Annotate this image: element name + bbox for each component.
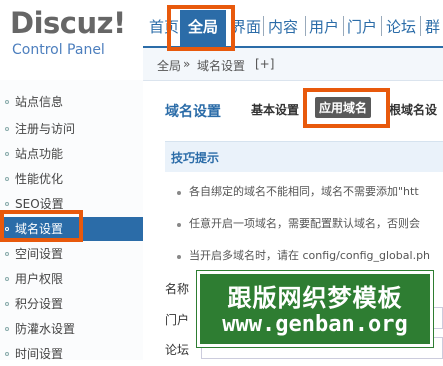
- bullet-icon: [5, 127, 9, 131]
- watermark-title: 跟版网织梦模板: [227, 283, 403, 312]
- bullet-icon: [5, 352, 9, 356]
- row-label-forum: 论坛: [165, 343, 190, 357]
- highlight-box-global-tab: [167, 5, 235, 51]
- bullet-icon: [5, 177, 9, 181]
- breadcrumb-root[interactable]: 全局: [157, 57, 181, 74]
- nav-item-ui[interactable]: 界面: [231, 14, 261, 40]
- bullet-icon: [5, 152, 9, 156]
- nav-item-users[interactable]: 用户: [309, 14, 339, 40]
- nav-divider: [381, 16, 382, 36]
- sidebar-item-site-features[interactable]: 站点功能: [0, 142, 143, 166]
- highlight-box-app-domain-tab: [303, 88, 390, 128]
- sidebar-item-label: 积分设置: [15, 297, 64, 311]
- tip-text: 各自绑定的域名不能相同，域名不需要添加"htt: [189, 185, 419, 198]
- bullet-icon: [177, 255, 181, 259]
- breadcrumb: 全局 » 域名设置 [+]: [143, 48, 443, 81]
- sidebar-item-label: 空间设置: [15, 247, 64, 261]
- breadcrumb-add-link[interactable]: [+]: [255, 57, 274, 71]
- bullet-icon: [5, 252, 9, 256]
- nav-item-forum[interactable]: 论坛: [386, 14, 416, 40]
- nav-divider: [263, 16, 264, 36]
- logo-subtitle: Control Panel: [12, 42, 105, 58]
- sidebar-item-performance[interactable]: 性能优化: [0, 167, 143, 191]
- tab-basic-settings[interactable]: 基本设置: [251, 101, 299, 118]
- tips-title: 技巧提示: [171, 151, 220, 165]
- sidebar-item-anti-spam[interactable]: 防灌水设置: [0, 317, 143, 341]
- sidebar-item-user-permissions[interactable]: 用户权限: [0, 267, 143, 291]
- sidebar-item-site-info[interactable]: 站点信息: [0, 90, 143, 114]
- logo-brand: Discuz!: [10, 6, 126, 40]
- sidebar-item-time[interactable]: 时间设置: [0, 342, 143, 366]
- highlight-box-domain-sidebar: [0, 210, 83, 242]
- row-label-portal: 门户: [165, 313, 190, 327]
- nav-item-portal[interactable]: 门户: [347, 14, 377, 40]
- bullet-icon: [5, 302, 9, 306]
- breadcrumb-current: 域名设置: [197, 59, 246, 73]
- sidebar-item-label: 防灌水设置: [15, 322, 76, 336]
- sidebar-item-space[interactable]: 空间设置: [0, 242, 143, 266]
- logo: Discuz! Control Panel: [0, 0, 143, 80]
- page-title: 域名设置: [165, 104, 221, 120]
- bullet-icon: [5, 277, 9, 281]
- sidebar-item-label: 站点信息: [15, 95, 64, 109]
- sidebar-item-label: 时间设置: [15, 347, 64, 361]
- nav-item-group[interactable]: 群: [425, 14, 440, 40]
- tips-header: 技巧提示: [165, 141, 443, 172]
- nav-divider: [343, 16, 344, 36]
- sidebar-item-label: 站点功能: [15, 147, 64, 161]
- sidebar-item-label: 用户权限: [15, 272, 64, 286]
- bullet-icon: [177, 191, 181, 195]
- tip-text: 任意开启一项域名，需要配置默认域名，否则会: [189, 217, 420, 230]
- sidebar-item-label: 注册与访问: [15, 122, 76, 136]
- column-header-name: 名称: [165, 282, 190, 296]
- tip-text: 当开启多域名时，请在 config/config_global.ph: [189, 249, 431, 262]
- nav-divider: [305, 16, 306, 36]
- watermark: 跟版网织梦模板 www.genban.org: [196, 270, 434, 348]
- watermark-url: www.genban.org: [222, 312, 408, 337]
- nav-divider: [420, 16, 421, 36]
- nav-item-content[interactable]: 内容: [268, 14, 298, 40]
- sidebar-item-label: 性能优化: [15, 172, 64, 186]
- sidebar-item-register-access[interactable]: 注册与访问: [0, 117, 143, 141]
- bullet-icon: [5, 327, 9, 331]
- bullet-icon: [5, 100, 9, 104]
- bullet-icon: [177, 223, 181, 227]
- breadcrumb-separator: »: [183, 57, 191, 71]
- bullet-icon: [5, 202, 9, 206]
- tab-root-domain[interactable]: 根域名设: [389, 101, 437, 118]
- sidebar-item-credits[interactable]: 积分设置: [0, 292, 143, 316]
